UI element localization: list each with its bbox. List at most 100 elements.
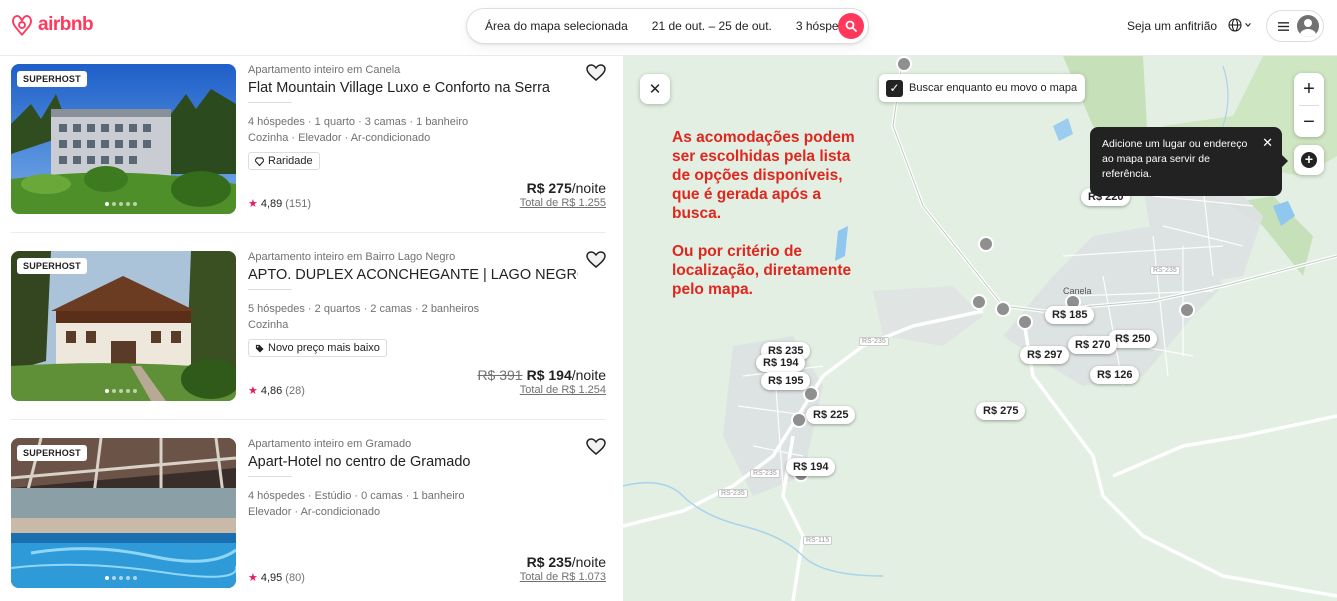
listing-details-line1: 5 hóspedes · 2 quartos · 2 camas · 2 ban…	[248, 303, 480, 315]
plus-icon: +	[1303, 77, 1315, 100]
annotation-paragraph: As acomodações podem ser escolhidas pela…	[672, 129, 855, 222]
divider	[248, 102, 292, 103]
search-bar[interactable]: Área do mapa selecionada 21 de out. – 25…	[466, 8, 869, 44]
search-dates[interactable]: 21 de out. – 25 de out.	[640, 19, 784, 33]
poi-marker-icon[interactable]	[995, 301, 1011, 317]
price-pin[interactable]: R$ 185	[1045, 306, 1095, 324]
map-panel[interactable]: RS-235 RS-235 RS-235 RS-235 RS-115 Canel…	[623, 56, 1337, 601]
price-pin[interactable]: R$ 297	[1020, 346, 1070, 364]
listing-subtitle: Apartamento inteiro em Bairro Lago Negro	[248, 251, 456, 263]
road-label: RS-235	[718, 489, 748, 498]
poi-marker-icon[interactable]	[971, 294, 987, 310]
price-pin[interactable]: R$ 270	[1068, 336, 1118, 354]
close-tooltip-icon[interactable]: ✕	[1262, 135, 1273, 150]
price-value: R$ 235	[526, 554, 572, 570]
close-map-button[interactable]: ✕	[640, 74, 670, 104]
poi-marker-icon[interactable]	[978, 236, 994, 252]
listing-details-line2: Cozinha	[248, 319, 289, 331]
logo-text: airbnb	[38, 14, 94, 35]
search-location[interactable]: Área do mapa selecionada	[467, 19, 640, 33]
price-pin[interactable]: R$ 126	[1090, 366, 1140, 384]
airbnb-logo-icon	[12, 15, 32, 36]
poi-marker-icon[interactable]	[791, 412, 807, 428]
star-icon: ★	[248, 572, 258, 584]
divider	[248, 289, 292, 290]
price-pin[interactable]: R$ 195	[761, 372, 811, 390]
listing-subtitle: Apartamento inteiro em Canela	[248, 64, 401, 76]
listing-total-link[interactable]: Total de R$ 1.073	[520, 571, 606, 583]
listing-details-line1: 4 hóspedes · Estúdio · 0 camas · 1 banhe…	[248, 490, 465, 502]
price-value: R$ 275	[526, 180, 572, 196]
heart-icon[interactable]	[586, 64, 606, 82]
listing-title[interactable]: Flat Mountain Village Luxo e Conforto na…	[248, 80, 578, 96]
listings-panel: SUPERHOST Apartamento inteiro em Canela …	[0, 56, 622, 601]
listing-photo[interactable]: SUPERHOST	[11, 438, 236, 588]
listing-card[interactable]: SUPERHOST Apartamento inteiro em Gramado…	[11, 430, 606, 588]
price-unit: /noite	[571, 554, 606, 570]
listing-title[interactable]: APTO. DUPLEX ACONCHEGANTE | LAGO NEGRO |…	[248, 267, 578, 283]
price-value: R$ 194	[526, 367, 572, 383]
poi-marker-icon[interactable]	[1179, 302, 1195, 318]
zoom-controls: + −	[1294, 73, 1324, 137]
price-pin[interactable]: R$ 194	[786, 458, 836, 476]
listing-photo[interactable]: SUPERHOST	[11, 64, 236, 214]
airbnb-logo[interactable]: airbnb	[10, 12, 94, 38]
search-as-map-moves-label: Buscar enquanto eu movo o mapa	[909, 82, 1078, 94]
price-pin[interactable]: R$ 194	[756, 354, 806, 372]
review-count: (80)	[285, 571, 305, 584]
photo-carousel-dots	[105, 389, 137, 393]
listing-details-line2: Cozinha · Elevador · Ar-condicionado	[248, 132, 431, 144]
zoom-out-button[interactable]: −	[1294, 106, 1324, 138]
listing-title[interactable]: Apart-Hotel no centro de Gramado	[248, 454, 578, 470]
become-host-link[interactable]: Seja um anfitrião	[1127, 19, 1217, 33]
globe-icon	[1228, 18, 1242, 32]
listing-info: Apartamento inteiro em Bairro Lago Negro…	[248, 243, 606, 399]
price-pin[interactable]: R$ 275	[976, 402, 1026, 420]
photo-carousel-dots	[105, 202, 137, 206]
review-count: (151)	[285, 197, 311, 210]
card-divider	[11, 232, 606, 233]
search-button[interactable]	[838, 13, 864, 39]
listing-tag-label: Raridade	[268, 155, 313, 167]
divider	[248, 476, 292, 477]
listing-photo[interactable]: SUPERHOST	[11, 251, 236, 401]
language-button[interactable]	[1228, 18, 1252, 32]
listing-price: R$ 235/noite	[527, 554, 606, 570]
diamond-icon	[255, 156, 264, 166]
photo-carousel-dots	[105, 576, 137, 580]
listing-details-line1: 4 hóspedes · 1 quarto · 3 camas · 1 banh…	[248, 116, 469, 128]
star-icon: ★	[248, 385, 258, 397]
superhost-badge: SUPERHOST	[17, 71, 87, 87]
price-unit: /noite	[571, 367, 606, 383]
poi-marker-icon[interactable]	[896, 56, 912, 72]
listing-details: 5 hóspedes · 2 quartos · 2 camas · 2 ban…	[248, 301, 479, 333]
price-pin[interactable]: R$ 225	[806, 406, 856, 424]
add-place-tooltip: Adicione um lugar ou endereço ao mapa pa…	[1090, 127, 1288, 196]
add-place-button[interactable]: +	[1294, 145, 1324, 175]
card-divider	[11, 419, 606, 420]
user-menu-button[interactable]	[1266, 10, 1324, 42]
rating-value: 4,86	[260, 384, 283, 397]
listing-rating: ★ 4,95 (80)	[248, 571, 305, 585]
listing-details: 4 hóspedes · Estúdio · 0 camas · 1 banhe…	[248, 488, 464, 520]
listing-card[interactable]: SUPERHOST Apartamento inteiro em Bairro …	[11, 243, 606, 401]
price-unit: /noite	[571, 180, 606, 196]
tooltip-text: Adicione um lugar ou endereço ao mapa pa…	[1102, 138, 1248, 180]
listing-total-link[interactable]: Total de R$ 1.255	[520, 197, 606, 209]
road-label: RS-115	[803, 536, 833, 545]
listing-rating: ★ 4,89 (151)	[248, 197, 311, 211]
heart-icon[interactable]	[586, 251, 606, 269]
listing-details: 4 hóspedes · 1 quarto · 3 camas · 1 banh…	[248, 114, 468, 146]
annotation-paragraph: Ou por critério de localização, diretame…	[672, 243, 852, 298]
search-as-map-moves-toggle[interactable]: ✓ Buscar enquanto eu movo o mapa	[879, 74, 1086, 102]
listing-card[interactable]: SUPERHOST Apartamento inteiro em Canela …	[11, 56, 606, 214]
superhost-badge: SUPERHOST	[17, 445, 87, 461]
checkbox-checked-icon[interactable]: ✓	[886, 79, 903, 97]
zoom-in-button[interactable]: +	[1294, 73, 1324, 105]
listing-total-link[interactable]: Total de R$ 1.254	[520, 384, 606, 396]
listing-details-line2: Elevador · Ar-condicionado	[248, 506, 381, 518]
heart-icon[interactable]	[586, 438, 606, 456]
poi-marker-icon[interactable]	[1017, 314, 1033, 330]
red-annotation: As acomodações podem ser escolhidas pela…	[672, 128, 872, 318]
review-count: (28)	[285, 384, 305, 397]
